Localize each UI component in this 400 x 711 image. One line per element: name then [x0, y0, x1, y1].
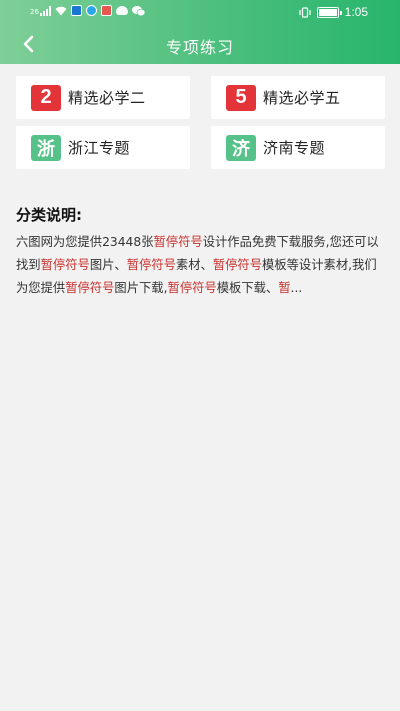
description-title: 分类说明: [16, 206, 82, 224]
page-title: 专项练习 [165, 40, 234, 57]
keyword-link[interactable]: 暂停符号 [213, 258, 262, 272]
keyword-link[interactable]: 暂停符号 [127, 258, 176, 272]
description-text: 六图网为您提供23448张 [16, 235, 154, 249]
wifi-icon [55, 6, 67, 15]
category-card-jingxuan-2[interactable]: 2 精选必学二 [16, 76, 190, 119]
news-app-icon [100, 5, 112, 16]
category-badge: 5 [226, 84, 256, 111]
app-header: 26 1:05 专项练习 [0, 0, 400, 64]
vibrate-icon [299, 6, 311, 18]
category-label: 精选必学五 [263, 89, 341, 107]
category-badge: 济 [226, 134, 256, 161]
category-label: 济南专题 [263, 139, 326, 157]
category-badge: 浙 [31, 134, 61, 161]
description-text: 模板下载、 [216, 281, 279, 295]
keyword-link[interactable]: 暂停符号 [168, 281, 217, 295]
status-bar: 26 1:05 [0, 0, 400, 24]
description-body: 六图网为您提供23448张暂停符号设计作品免费下载服务,您还可以找到暂停符号图片… [16, 231, 388, 300]
wechat-icon [131, 5, 145, 16]
keyword-link[interactable]: 暂停符号 [154, 235, 203, 249]
keyword-link[interactable]: 暂 [278, 281, 290, 295]
keyword-link[interactable]: 暂停符号 [41, 258, 90, 272]
category-card-jinan[interactable]: 济 济南专题 [211, 126, 385, 169]
description-text: 图片下载, [114, 281, 168, 295]
category-label: 精选必学二 [68, 89, 146, 107]
description-text: 图片、 [89, 258, 127, 272]
browser-app-icon [85, 5, 97, 16]
battery-icon [316, 6, 342, 18]
message-app-icon [70, 5, 82, 16]
description-text: 素材、 [175, 258, 213, 272]
status-time: 1:05 [344, 5, 368, 19]
category-card-jingxuan-5[interactable]: 5 精选必学五 [211, 76, 385, 119]
cloud-icon [115, 6, 128, 15]
category-label: 浙江专题 [68, 139, 131, 157]
signal-icon [39, 5, 51, 16]
category-card-zhejiang[interactable]: 浙 浙江专题 [16, 126, 190, 169]
ellipsis: ... [290, 281, 303, 295]
keyword-link[interactable]: 暂停符号 [65, 281, 114, 295]
category-badge: 2 [31, 84, 61, 111]
network-type-label: 26 [30, 7, 39, 16]
category-description: 分类说明: 六图网为您提供23448张暂停符号设计作品免费下载服务,您还可以找到… [16, 204, 388, 300]
